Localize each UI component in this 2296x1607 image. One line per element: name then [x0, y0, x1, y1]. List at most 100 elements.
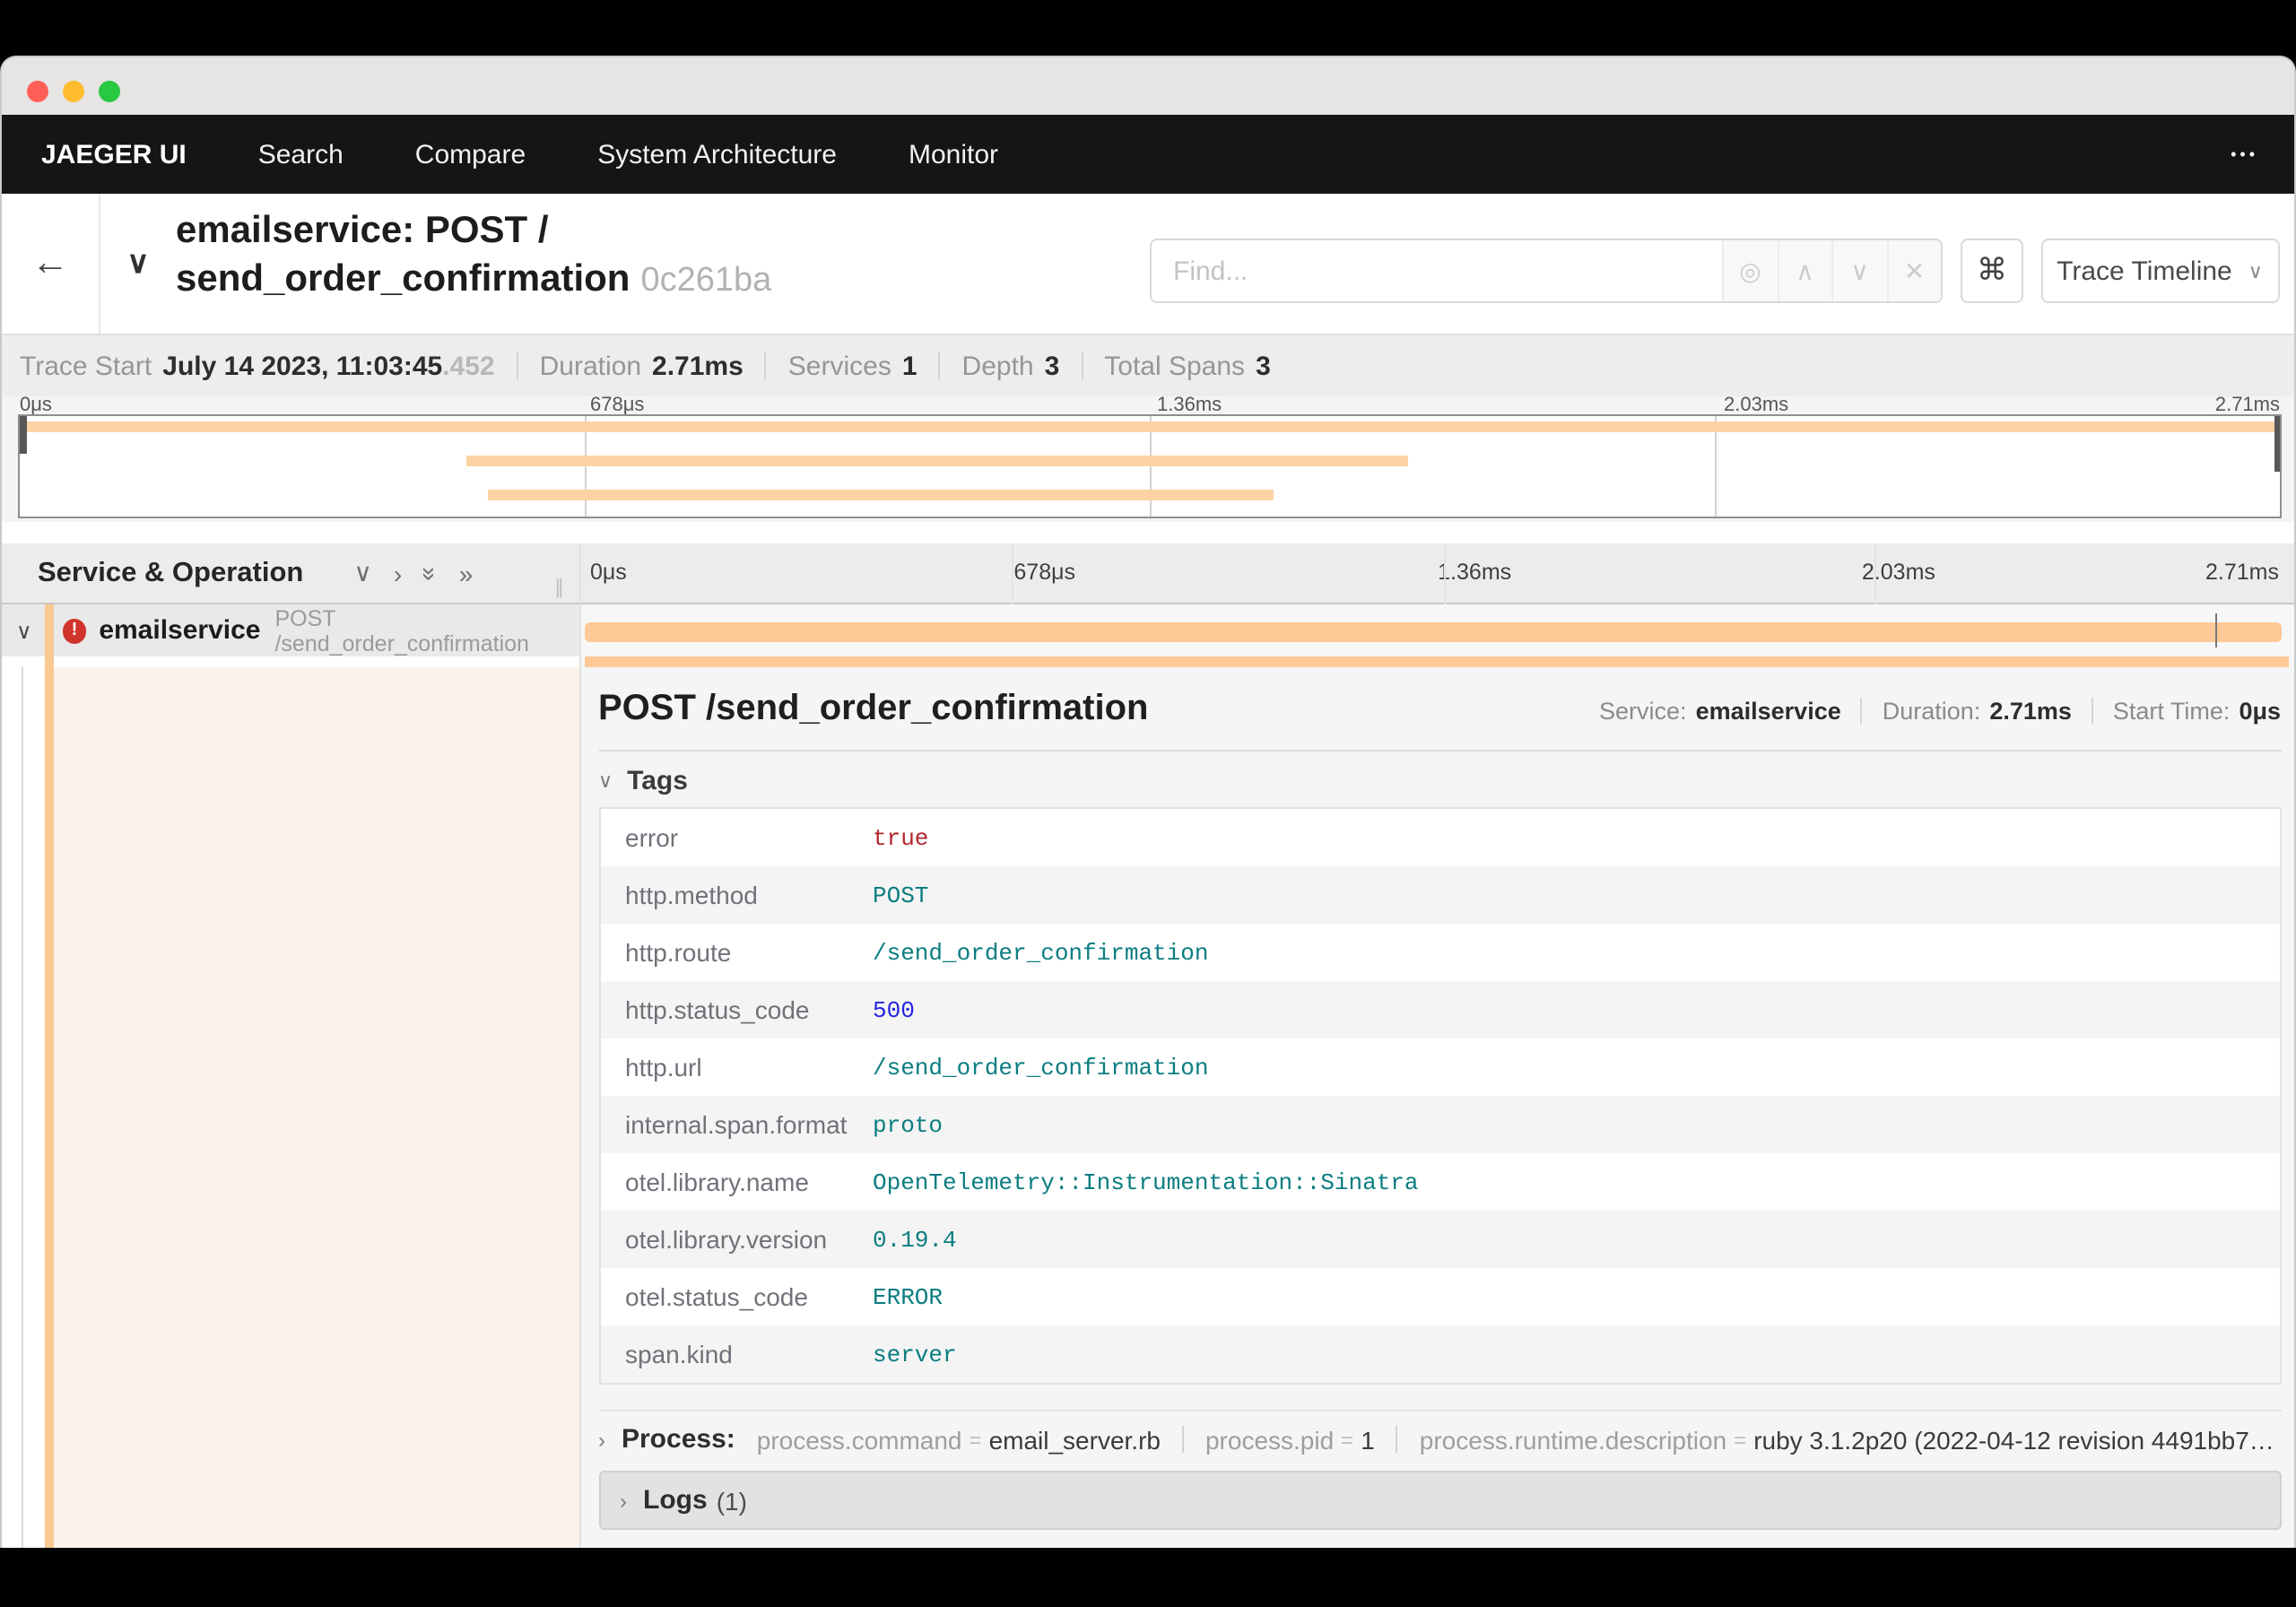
view-selector-button[interactable]: Trace Timeline ∨	[2040, 239, 2279, 303]
divider	[938, 352, 941, 380]
chevron-right-icon: ›	[598, 1427, 605, 1452]
traffic-light-minimize[interactable]	[63, 81, 84, 103]
span-row[interactable]: ∨ ! emailservice POST /send_order_confir…	[2, 604, 2294, 656]
divider	[598, 750, 2281, 751]
view-selector-label: Trace Timeline	[2057, 256, 2232, 286]
nav-item-monitor[interactable]: Monitor	[909, 139, 998, 169]
divider	[1396, 1426, 1398, 1453]
collapse-all-icon[interactable]: »	[416, 566, 445, 580]
collapse-one-icon[interactable]: ∨	[353, 558, 372, 588]
span-detail-meta: Service: emailservice Duration: 2.71ms Sta…	[1599, 698, 2281, 725]
span-operation-name: POST /send_order_confirmation	[274, 605, 529, 656]
trace-title-line1: emailservice: POST /	[176, 210, 549, 251]
span-detail-panel: POST /send_order_confirmation Service: em…	[581, 667, 2294, 1548]
trace-header-controls: ◎ ∧ ∨ ✕ ⌘ Trace Timeline ∨	[1150, 239, 2279, 303]
traffic-light-zoom[interactable]	[99, 81, 120, 103]
chevron-down-icon: ∨	[126, 246, 150, 280]
find-clear-button[interactable]: ✕	[1886, 240, 1941, 301]
service-operation-title: Service & Operation	[38, 557, 304, 587]
chevron-down-icon: ∨	[2248, 261, 2263, 282]
expand-one-icon[interactable]: ›	[394, 559, 402, 587]
trace-summary-bar: Trace Start July 14 2023, 11:03:45 .452 …	[2, 334, 2294, 396]
minimap-tick: 0μs	[20, 395, 52, 416]
trace-collapse-toggle[interactable]: ∨	[100, 194, 176, 334]
summary-total-spans: Total Spans 3	[1104, 351, 1271, 381]
nav-item-compare[interactable]: Compare	[415, 139, 526, 169]
close-icon: ✕	[1903, 256, 1926, 284]
span-row-timeline-cell[interactable]	[581, 604, 2294, 656]
chevron-up-icon: ∧	[1796, 256, 1814, 284]
divider	[2091, 698, 2093, 725]
minimap-tick: 1.36ms	[1157, 395, 1222, 416]
tag-row: http.url/send_order_confirmation	[625, 1053, 1209, 1081]
find-prev-button[interactable]: ∧	[1777, 240, 1831, 301]
span-detail-title: POST /send_order_confirmation	[598, 689, 1149, 728]
tree-indent-line	[22, 667, 23, 1548]
screen: JAEGER UI Search Compare System Architec…	[0, 0, 2296, 1607]
span-row-name-cell[interactable]: ∨ ! emailservice POST /send_order_confir…	[2, 604, 581, 656]
column-divider	[579, 543, 581, 1548]
trace-title-line2: send_order_confirmation	[176, 258, 631, 300]
summary-trace-start: Trace Start July 14 2023, 11:03:45 .452	[20, 351, 495, 381]
tag-row: otel.library.name OpenTelemetry::Instrume…	[625, 1168, 1419, 1196]
span-duration-bar[interactable]	[585, 622, 2281, 641]
minimap-canvas[interactable]	[18, 414, 2282, 518]
minimap-span-bar	[20, 421, 2280, 431]
process-section-toggle[interactable]: › Process: process.command = email_server.…	[598, 1410, 2281, 1455]
tag-row: otel.library.version 0.19.4	[600, 1211, 2279, 1268]
logs-section-toggle[interactable]: › Logs (1)	[598, 1471, 2281, 1530]
trace-header: ← ∨ emailservice: POST / send_order_conf…	[2, 194, 2294, 334]
divider	[1860, 698, 1863, 725]
trace-minimap[interactable]: 0μs 678μs 1.36ms 2.03ms 2.71ms	[2, 395, 2294, 522]
nav-item-system-architecture[interactable]: System Architecture	[597, 139, 837, 169]
tags-section-toggle[interactable]: ∨ Tags	[598, 766, 2281, 796]
find-next-button[interactable]: ∨	[1831, 240, 1886, 301]
tag-row: error true	[625, 823, 929, 852]
top-nav: JAEGER UI Search Compare System Architec…	[2, 115, 2294, 194]
chevron-down-icon: ∨	[1850, 256, 1869, 284]
tag-row: http.method POST	[600, 866, 2279, 924]
trace-id: 0c261ba	[640, 262, 772, 300]
divider	[1181, 1426, 1184, 1453]
back-button[interactable]: ←	[2, 194, 100, 334]
collapse-controls: ∨ › » »	[353, 558, 473, 588]
trace-title: emailservice: POST / send_order_confirma…	[176, 194, 771, 334]
nav-item-search[interactable]: Search	[258, 139, 344, 169]
window-titlebar	[2, 57, 2294, 115]
tag-row: internal.span.format proto	[600, 1096, 2279, 1153]
find-input[interactable]	[1152, 240, 1722, 301]
minimap-span-bar	[466, 455, 1408, 465]
keyboard-shortcuts-button[interactable]: ⌘	[1961, 239, 2023, 303]
traffic-light-close[interactable]	[27, 81, 48, 103]
summary-duration: Duration 2.71ms	[539, 351, 744, 381]
expand-all-icon[interactable]: »	[459, 559, 474, 587]
divider	[764, 352, 767, 380]
error-icon: !	[62, 618, 87, 643]
find-locate-button[interactable]: ◎	[1722, 240, 1777, 301]
chevron-down-icon: ∨	[598, 771, 613, 793]
minimap-left-scrubber[interactable]	[20, 416, 27, 454]
minimap-right-scrubber[interactable]	[2274, 416, 2280, 472]
minimap-tick: 2.71ms	[2214, 395, 2280, 416]
service-operation-header: Service & Operation ∨ › » » ∥	[2, 543, 581, 603]
divider	[516, 352, 518, 380]
spacer	[2, 522, 2294, 543]
timeline-main: Service & Operation ∨ › » » ∥ 0μs 678μs …	[2, 543, 2294, 1548]
jaeger-logo[interactable]: JAEGER UI	[41, 139, 187, 169]
span-duration-bar-mini	[585, 656, 2289, 667]
tag-row: span.kind server	[600, 1325, 2279, 1383]
chevron-down-icon[interactable]: ∨	[16, 618, 32, 643]
minimap-span-bar	[487, 489, 1274, 499]
divider	[1081, 352, 1083, 380]
locate-icon: ◎	[1739, 256, 1761, 284]
nav-overflow-icon[interactable]: •••	[2231, 145, 2258, 163]
span-service-name: emailservice	[99, 615, 261, 646]
column-resize-handle[interactable]: ∥	[554, 576, 566, 599]
logs-count: (1)	[716, 1486, 747, 1515]
tag-row: http.status_code 500	[600, 981, 2279, 1038]
process-section-title: Process:	[622, 1424, 735, 1455]
find-group: ◎ ∧ ∨ ✕	[1150, 239, 1943, 303]
tag-row: otel.status_code ERROR	[625, 1282, 944, 1311]
chevron-right-icon: ›	[620, 1488, 627, 1513]
app-window: JAEGER UI Search Compare System Architec…	[0, 56, 2296, 1548]
